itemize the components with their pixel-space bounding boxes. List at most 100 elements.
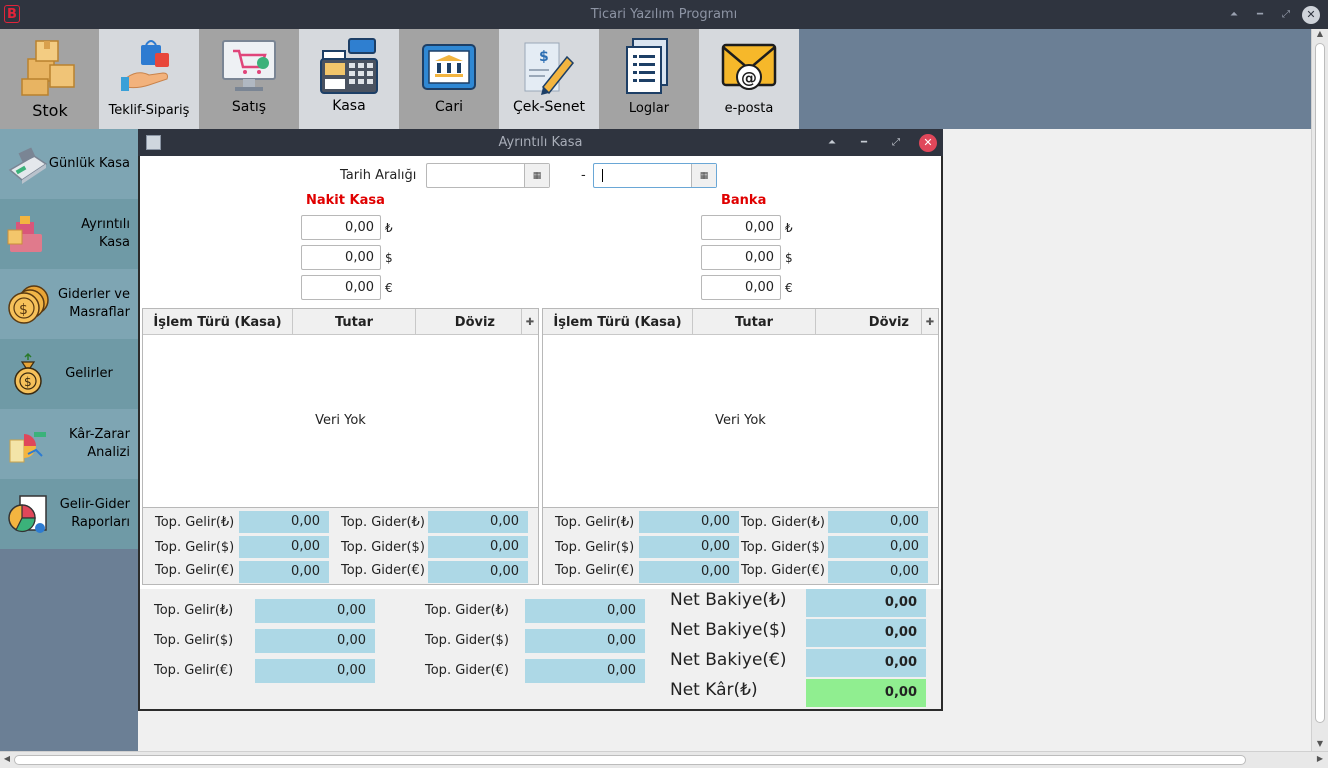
try-symbol: ₺ (385, 221, 393, 235)
calendar-icon[interactable]: ▦ (524, 164, 549, 187)
cash-transactions-table[interactable]: İşlem Türü (Kasa) Tutar Döviz ✚ Veri Yok (142, 308, 539, 508)
sidebar-item-label: Giderler ve Masraflar (57, 287, 130, 320)
total-expense-usd-value: 0,00 (525, 629, 645, 653)
sidebar-item-label: Ayrıntılı Kasa (81, 217, 130, 250)
income-usd-label: Top. Gelir($) (154, 633, 234, 648)
toolbar-cheque-bond-button[interactable]: $ Çek-Senet (499, 29, 599, 129)
net-balance-try-label: Net Bakiye(₺) (670, 590, 787, 610)
cash-income-try-value: 0,00 (239, 511, 329, 533)
shopping-hand-icon (121, 40, 169, 91)
toolbar-stock-button[interactable]: Stok (0, 29, 100, 129)
sidebar-item-income[interactable]: $ Gelirler (0, 339, 138, 409)
end-date-field[interactable]: ▦ (593, 163, 717, 188)
shopping-cart-monitor-icon (222, 40, 276, 91)
expense-try-label: Top. Gider(₺) (425, 603, 509, 618)
vertical-scroll-thumb[interactable] (1315, 43, 1325, 723)
shade-icon[interactable]: ⏶ (1224, 5, 1244, 25)
toolbar-email-label: e-posta (724, 101, 774, 116)
vertical-scrollbar[interactable]: ▲ ▼ (1311, 29, 1328, 751)
dialog-titlebar[interactable]: Ayrıntılı Kasa ⏶ ━ ⤢ ✕ (138, 129, 943, 156)
sidebar-item-detailed-cashbox[interactable]: Ayrıntılı Kasa (0, 199, 138, 269)
date-range-label: Tarih Aralığı (340, 168, 417, 183)
cash-usd-field[interactable]: 0,00 (301, 245, 381, 270)
bank-expense-eur-value: 0,00 (828, 561, 928, 583)
expense-eur-label: Top. Gider(€) (341, 563, 425, 578)
column-header-currency[interactable]: Döviz (816, 309, 922, 335)
svg-text:$: $ (19, 302, 28, 318)
net-balance-eur-value: 0,00 (806, 649, 926, 677)
income-try-label: Top. Gelir(₺) (154, 603, 234, 618)
sidebar-item-daily-cashbox[interactable]: Günlük Kasa (0, 129, 138, 199)
minimize-icon[interactable]: ━ (1250, 5, 1270, 25)
horizontal-scrollbar[interactable]: ◀ ▶ (0, 751, 1328, 768)
net-balance-eur-label: Net Bakiye(€) (670, 650, 787, 670)
cash-income-usd-value: 0,00 (239, 536, 329, 558)
column-control-icon[interactable]: ✚ (922, 309, 938, 335)
total-income-eur-value: 0,00 (255, 659, 375, 683)
horizontal-scroll-thumb[interactable] (14, 755, 1246, 765)
income-eur-label: Top. Gelir(€) (155, 563, 235, 578)
bank-eur-field[interactable]: 0,00 (701, 275, 781, 300)
expense-try-label: Top. Gider(₺) (341, 515, 425, 530)
sidebar-item-profit-loss[interactable]: Kâr-Zarar Analizi (0, 409, 138, 479)
start-date-field[interactable]: ▦ (426, 163, 550, 188)
bank-summary-panel: Top. Gelir(₺) 0,00 Top. Gider(₺) 0,00 To… (542, 508, 939, 585)
expense-eur-label: Top. Gider(€) (741, 563, 825, 578)
toolbar-cashbox-button[interactable]: Kasa (299, 29, 399, 129)
scroll-right-icon[interactable]: ▶ (1314, 754, 1326, 766)
column-header-amount[interactable]: Tutar (693, 309, 816, 335)
calendar-icon[interactable]: ▦ (691, 164, 716, 187)
bank-document-icon (422, 44, 476, 90)
net-balance-usd-value: 0,00 (806, 619, 926, 647)
cash-expense-eur-value: 0,00 (428, 561, 528, 583)
column-control-icon[interactable]: ✚ (522, 309, 538, 335)
sidebar-item-expenses[interactable]: $ Giderler ve Masraflar (0, 269, 138, 339)
sidebar-item-label: Kâr-Zarar Analizi (69, 427, 130, 460)
scroll-up-icon[interactable]: ▲ (1312, 29, 1328, 41)
income-try-label: Top. Gelir(₺) (155, 515, 235, 530)
column-header-currency[interactable]: Döviz (416, 309, 522, 335)
maximize-icon[interactable]: ⤢ (1276, 5, 1296, 25)
eur-symbol: € (785, 281, 793, 295)
cash-expense-usd-value: 0,00 (428, 536, 528, 558)
toolbar-sales-label: Satış (231, 99, 267, 115)
expense-usd-label: Top. Gider($) (741, 540, 825, 555)
total-income-usd-value: 0,00 (255, 629, 375, 653)
usd-symbol: $ (785, 251, 793, 265)
scroll-down-icon[interactable]: ▼ (1312, 739, 1328, 751)
cash-eur-field[interactable]: 0,00 (301, 275, 381, 300)
column-header-amount[interactable]: Tutar (293, 309, 416, 335)
column-header-type[interactable]: İşlem Türü (Kasa) (143, 309, 293, 335)
dialog-window-icon (146, 135, 161, 150)
bank-transactions-table[interactable]: İşlem Türü (Kasa) Tutar Döviz ✚ Veri Yok (542, 308, 939, 508)
email-envelope-icon: @ (721, 43, 777, 90)
dialog-shade-icon[interactable]: ⏶ (823, 134, 841, 152)
scroll-left-icon[interactable]: ◀ (1, 754, 13, 766)
cash-machine-icon (7, 216, 42, 252)
dialog-close-icon[interactable]: ✕ (919, 133, 937, 152)
bank-try-field[interactable]: 0,00 (701, 215, 781, 240)
dialog-maximize-icon[interactable]: ⤢ (887, 134, 905, 152)
toolbar-sales-button[interactable]: Satış (199, 29, 299, 129)
cash-try-field[interactable]: 0,00 (301, 215, 381, 240)
income-try-label: Top. Gelir(₺) (555, 515, 635, 530)
toolbar-offer-order-button[interactable]: Teklif-Sipariş (99, 29, 199, 129)
toolbar-logs-button[interactable]: Loglar (599, 29, 699, 129)
toolbar-email-button[interactable]: @ e-posta (699, 29, 799, 129)
window-title: Ticari Yazılım Programı (590, 7, 738, 22)
bank-usd-field[interactable]: 0,00 (701, 245, 781, 270)
column-header-type[interactable]: İşlem Türü (Kasa) (543, 309, 693, 335)
dialog-minimize-icon[interactable]: ━ (855, 134, 873, 152)
bank-expense-usd-value: 0,00 (828, 536, 928, 558)
documents-icon (626, 38, 668, 94)
bank-section-title: Banka (721, 193, 767, 208)
close-icon[interactable]: ✕ (1302, 5, 1320, 24)
toolbar-offer-order-label: Teklif-Sipariş (108, 103, 190, 118)
toolbar-accounts-button[interactable]: Cari (399, 29, 499, 129)
cheque-pen-icon: $ (524, 42, 575, 95)
income-usd-label: Top. Gelir($) (155, 540, 235, 555)
total-income-try-value: 0,00 (255, 599, 375, 623)
sidebar-item-income-expense-reports[interactable]: Gelir-Gider Raporları (0, 479, 138, 549)
boxes-icon (21, 40, 75, 96)
cash-summary-panel: Top. Gelir(₺) 0,00 Top. Gider(₺) 0,00 To… (142, 508, 539, 585)
